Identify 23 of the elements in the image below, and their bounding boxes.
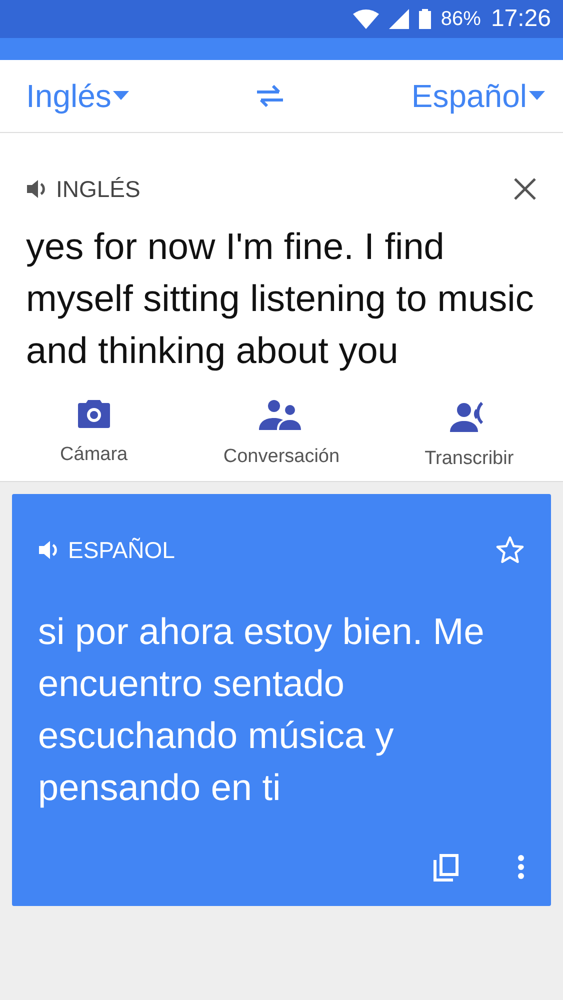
wifi-icon	[352, 9, 379, 29]
camera-icon	[78, 400, 110, 428]
signal-icon	[388, 9, 409, 29]
more-button[interactable]	[517, 854, 525, 882]
target-language-button[interactable]: Español	[411, 78, 545, 114]
target-language-label: ESPAÑOL	[68, 536, 175, 564]
source-language-label: INGLÉS	[56, 176, 140, 202]
source-text[interactable]: yes for now I'm fine. I find myself sitting listening to music and thinking about you	[26, 221, 537, 377]
copy-button[interactable]	[433, 854, 459, 882]
action-button[interactable]: Transcribir	[384, 399, 554, 471]
action-button[interactable]: Cámara	[8, 399, 179, 471]
star-button[interactable]	[495, 535, 525, 565]
source-language-button[interactable]: Inglés	[26, 78, 130, 114]
battery-level: 86%	[440, 8, 481, 30]
action-button[interactable]: Conversación	[196, 399, 366, 471]
caret-icon	[113, 91, 130, 101]
translation-text: si por ahora estoy bien. Me encuentro sentado escuchando música y pensando en ti	[38, 610, 486, 810]
swap-button[interactable]	[255, 85, 286, 107]
caret-icon	[529, 91, 545, 101]
people-icon	[259, 400, 304, 430]
close-button[interactable]	[513, 177, 537, 201]
battery-icon	[418, 9, 431, 29]
clock: 17:26	[490, 5, 551, 33]
